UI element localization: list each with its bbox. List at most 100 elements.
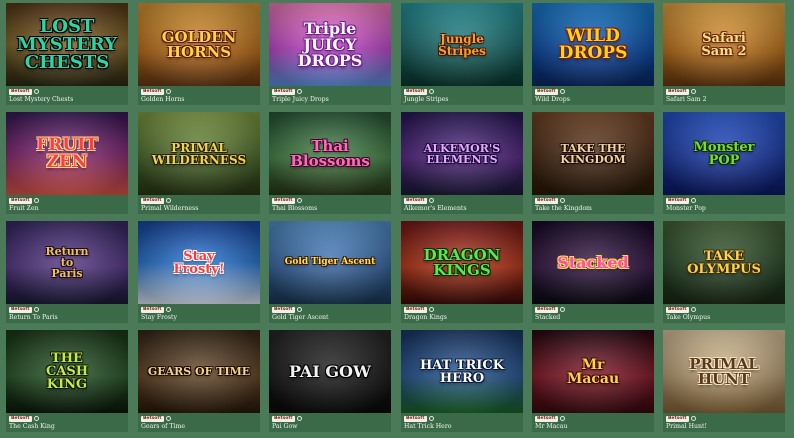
game-name-label[interactable]: Take the Kingdom — [535, 205, 592, 212]
game-thumbnail[interactable]: Return to Paris — [6, 221, 128, 304]
info-icon[interactable] — [165, 89, 171, 94]
info-icon[interactable] — [33, 307, 39, 312]
info-icon[interactable] — [296, 198, 302, 203]
game-thumbnail[interactable]: TAKE THE KINGDOM — [532, 112, 654, 195]
game-tile-return-to-paris[interactable]: Return to Paris Betsoft Return To Paris — [6, 221, 128, 323]
game-name-label[interactable]: Hat Trick Hero — [404, 423, 452, 430]
game-name-label[interactable]: Dragon Kings — [404, 314, 447, 321]
info-icon[interactable] — [428, 198, 434, 203]
game-thumbnail[interactable]: TAKE OLYMPUS — [663, 221, 785, 304]
info-icon[interactable] — [33, 416, 39, 421]
info-icon[interactable] — [559, 307, 565, 312]
game-thumbnail[interactable]: THE CASH KING — [6, 330, 128, 413]
game-name-label[interactable]: Lost Mystery Chests — [9, 96, 73, 103]
game-name-label[interactable]: Stacked — [535, 314, 560, 321]
game-tile-gears-of-time[interactable]: GEARS OF TIME Betsoft Gears of Time — [138, 330, 260, 432]
game-name-label[interactable]: Alkemor's Elements — [404, 205, 467, 212]
info-icon[interactable] — [690, 89, 696, 94]
game-name-label[interactable]: Take Olympus — [666, 314, 710, 321]
game-name-label[interactable]: Thai Blossoms — [272, 205, 317, 212]
game-thumbnail[interactable]: Stay Frosty! — [138, 221, 260, 304]
game-tile-triple-juicy-drops[interactable]: Triple JUICY DROPS Betsoft Triple Juicy Dr… — [269, 3, 391, 105]
game-tile-take-the-kingdom[interactable]: TAKE THE KINGDOM Betsoft Take the Kingdom — [532, 112, 654, 214]
info-icon[interactable] — [559, 416, 565, 421]
game-thumbnail[interactable]: Monster POP — [663, 112, 785, 195]
info-icon[interactable] — [690, 416, 696, 421]
game-tile-the-cash-king[interactable]: THE CASH KING Betsoft The Cash King — [6, 330, 128, 432]
game-tile-jungle-stripes[interactable]: Jungle Stripes Betsoft Jungle Stripes — [401, 3, 523, 105]
game-thumbnail[interactable]: Thai Blossoms — [269, 112, 391, 195]
info-icon[interactable] — [690, 307, 696, 312]
game-name-label[interactable]: The Cash King — [9, 423, 55, 430]
info-icon[interactable] — [296, 307, 302, 312]
game-tile-stay-frosty[interactable]: Stay Frosty! Betsoft Stay Frosty — [138, 221, 260, 323]
game-name-label[interactable]: Golden Horns — [141, 96, 184, 103]
info-icon[interactable] — [428, 89, 434, 94]
game-thumbnail[interactable]: Safari Sam 2 — [663, 3, 785, 86]
info-icon[interactable] — [296, 89, 302, 94]
game-tile-safari-sam-2[interactable]: Safari Sam 2 Betsoft Safari Sam 2 — [663, 3, 785, 105]
game-name-label[interactable]: Pai Gow — [272, 423, 297, 430]
game-thumbnail[interactable]: PRIMAL HUNT — [663, 330, 785, 413]
game-tile-wild-drops[interactable]: WILD DROPS Betsoft Wild Drops — [532, 3, 654, 105]
game-thumbnail[interactable]: GOLDEN HORNS — [138, 3, 260, 86]
info-icon[interactable] — [559, 89, 565, 94]
game-thumbnail[interactable]: PAI GOW — [269, 330, 391, 413]
game-name-label[interactable]: Primal Wilderness — [141, 205, 198, 212]
game-thumbnail[interactable]: LOST MYSTERY CHESTS — [6, 3, 128, 86]
game-name-label[interactable]: Gold Tiger Ascent — [272, 314, 328, 321]
game-thumbnail[interactable]: FRUIT ZEN — [6, 112, 128, 195]
info-icon[interactable] — [33, 89, 39, 94]
game-thumbnail[interactable]: Jungle Stripes — [401, 3, 523, 86]
info-icon[interactable] — [165, 198, 171, 203]
game-thumbnail[interactable]: Stacked — [532, 221, 654, 304]
game-thumbnail[interactable]: WILD DROPS — [532, 3, 654, 86]
game-tile-golden-horns[interactable]: GOLDEN HORNS Betsoft Golden Horns — [138, 3, 260, 105]
game-name-label[interactable]: Gears of Time — [141, 423, 185, 430]
game-tile-gold-tiger-ascent[interactable]: Gold Tiger Ascent Betsoft Gold Tiger Ascen… — [269, 221, 391, 323]
game-tile-primal-wilderness[interactable]: PRIMAL WILDERNESS Betsoft Primal Wildernes… — [138, 112, 260, 214]
game-name-label[interactable]: Triple Juicy Drops — [272, 96, 329, 103]
game-tile-dragon-kings[interactable]: DRAGON KINGS Betsoft Dragon Kings — [401, 221, 523, 323]
game-name-label[interactable]: Fruit Zen — [9, 205, 39, 212]
game-name-label[interactable]: Return To Paris — [9, 314, 58, 321]
game-thumbnail[interactable]: DRAGON KINGS — [401, 221, 523, 304]
game-thumbnail[interactable]: GEARS OF TIME — [138, 330, 260, 413]
game-tile-hat-trick-hero[interactable]: HAT TRICK HERO Betsoft Hat Trick Hero — [401, 330, 523, 432]
info-icon[interactable] — [690, 198, 696, 203]
game-name-label[interactable]: Stay Frosty — [141, 314, 177, 321]
game-meta: Betsoft — [404, 306, 434, 313]
game-tile-primal-hunt[interactable]: PRIMAL HUNT Betsoft Primal Hunt! — [663, 330, 785, 432]
info-icon[interactable] — [165, 416, 171, 421]
provider-badge: Betsoft — [666, 415, 689, 422]
game-tile-mr-macau[interactable]: Mr Macau Betsoft Mr Macau — [532, 330, 654, 432]
game-tile-lost-mystery-chests[interactable]: LOST MYSTERY CHESTS Betsoft Lost Mystery C… — [6, 3, 128, 105]
game-name-label[interactable]: Mr Macau — [535, 423, 567, 430]
info-icon[interactable] — [559, 198, 565, 203]
game-tile-alkemors-elements[interactable]: ALKEMOR'S ELEMENTS Betsoft Alkemor's Eleme… — [401, 112, 523, 214]
game-thumbnail[interactable]: Mr Macau — [532, 330, 654, 413]
game-thumbnail[interactable]: Gold Tiger Ascent — [269, 221, 391, 304]
game-tile-take-olympus[interactable]: TAKE OLYMPUS Betsoft Take Olympus — [663, 221, 785, 323]
info-icon[interactable] — [428, 307, 434, 312]
game-name-label[interactable]: Safari Sam 2 — [666, 96, 707, 103]
game-logo-text: WILD DROPS — [558, 25, 628, 63]
game-tile-stacked[interactable]: Stacked Betsoft Stacked — [532, 221, 654, 323]
game-name-label[interactable]: Wild Drops — [535, 96, 570, 103]
game-name-label[interactable]: Jungle Stripes — [404, 96, 448, 103]
game-tile-fruit-zen[interactable]: FRUIT ZEN Betsoft Fruit Zen — [6, 112, 128, 214]
game-thumbnail[interactable]: HAT TRICK HERO — [401, 330, 523, 413]
info-icon[interactable] — [165, 307, 171, 312]
game-thumbnail[interactable]: PRIMAL WILDERNESS — [138, 112, 260, 195]
game-tile-monster-pop[interactable]: Monster POP Betsoft Monster Pop — [663, 112, 785, 214]
game-name-label[interactable]: Monster Pop — [666, 205, 706, 212]
game-name-label[interactable]: Primal Hunt! — [666, 423, 707, 430]
info-icon[interactable] — [296, 416, 302, 421]
game-logo-text: Jungle Stripes — [438, 31, 486, 58]
game-thumbnail[interactable]: ALKEMOR'S ELEMENTS — [401, 112, 523, 195]
game-tile-thai-blossoms[interactable]: Thai Blossoms Betsoft Thai Blossoms — [269, 112, 391, 214]
info-icon[interactable] — [428, 416, 434, 421]
info-icon[interactable] — [33, 198, 39, 203]
game-thumbnail[interactable]: Triple JUICY DROPS — [269, 3, 391, 86]
game-tile-pai-gow[interactable]: PAI GOW Betsoft Pai Gow — [269, 330, 391, 432]
